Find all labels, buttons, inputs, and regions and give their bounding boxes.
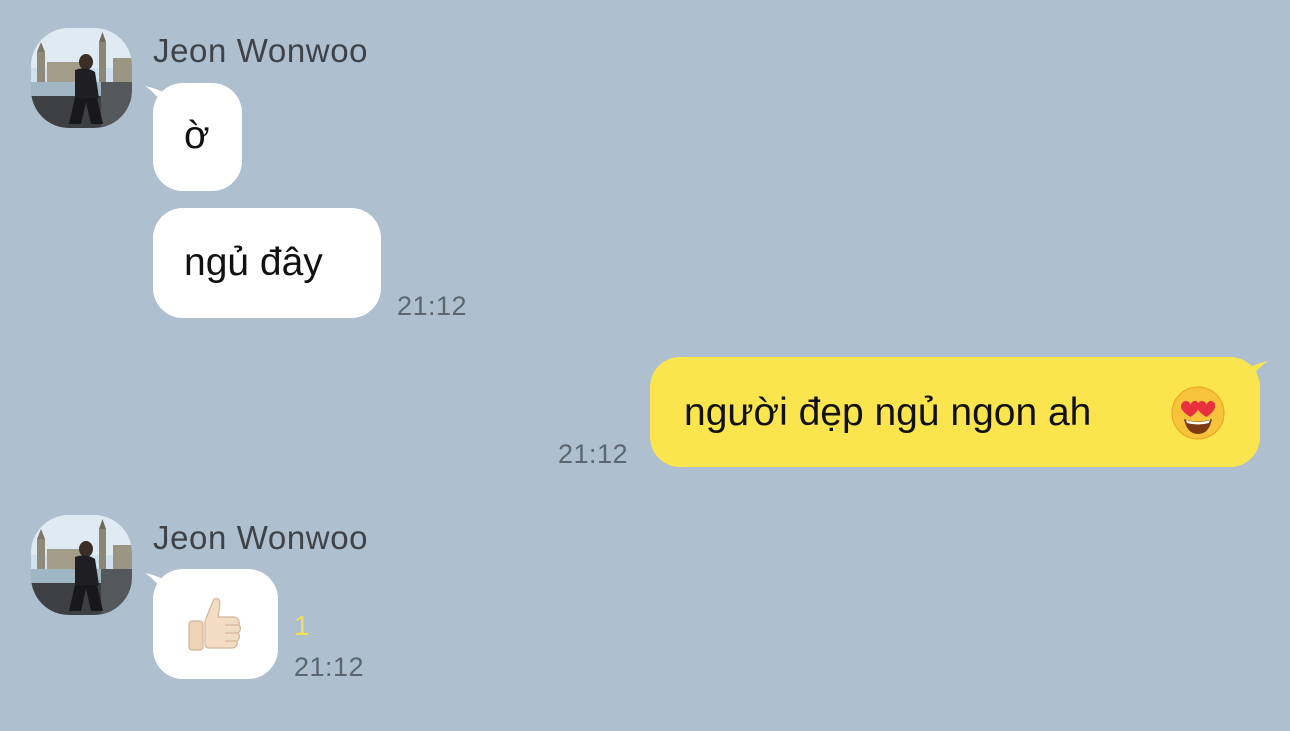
message-text: ngủ đây — [184, 241, 323, 284]
sender-name: Jeon Wonwoo — [153, 519, 369, 556]
sender-name: Jeon Wonwoo — [153, 32, 369, 69]
heart-eyes-emoji-icon — [1171, 386, 1225, 440]
sender-avatar[interactable] — [31, 28, 132, 128]
message-timestamp: 21:12 — [294, 652, 365, 682]
thumbs-up-emoji-icon — [188, 597, 241, 651]
message-bubble[interactable]: ờ — [153, 83, 242, 191]
message-bubble[interactable]: ngủ đây — [153, 208, 381, 318]
sender-avatar[interactable] — [31, 515, 132, 615]
chat-background: Jeon Wonwoo ờ ngủ đây 21:12 người đẹp ng… — [0, 0, 1290, 731]
message-timestamp: 21:12 — [397, 291, 468, 321]
unread-count-badge: 1 — [294, 610, 310, 641]
message-text: ờ — [184, 114, 210, 157]
message-timestamp: 21:12 — [558, 439, 629, 469]
outgoing-bubble-tail — [1242, 361, 1268, 393]
profile-photo-icon — [31, 515, 132, 615]
outgoing-message-bubble[interactable]: người đẹp ngủ ngon ah — [650, 357, 1260, 467]
profile-photo-icon — [31, 28, 132, 128]
message-bubble[interactable] — [153, 569, 278, 679]
message-text: người đẹp ngủ ngon ah — [684, 391, 1092, 434]
